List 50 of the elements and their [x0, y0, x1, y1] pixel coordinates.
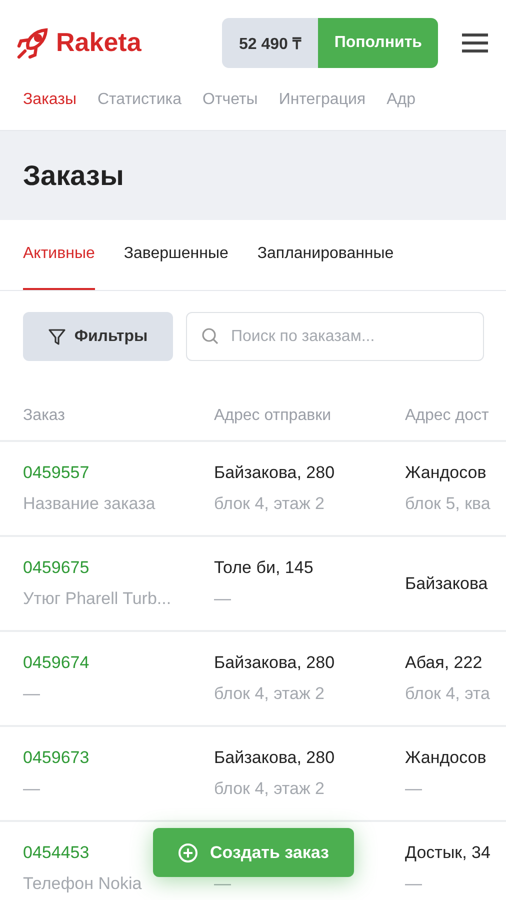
- nav-link[interactable]: Интеграция: [278, 85, 366, 109]
- order-name: Утюг Pharell Turb...: [23, 589, 172, 609]
- logo-text: Raketa: [56, 27, 142, 58]
- nav-link[interactable]: Отчеты: [202, 85, 258, 109]
- address-detail: блок 4, эта: [405, 684, 490, 704]
- rocket-icon: [16, 26, 50, 60]
- order-number[interactable]: 0459675: [23, 558, 90, 578]
- order-name: Название заказа: [23, 494, 156, 514]
- address-text: Абая, 222: [405, 653, 482, 673]
- balance-amount: 52 490 ₸: [222, 18, 318, 68]
- address-detail: —: [214, 874, 231, 894]
- create-order-button[interactable]: Создать заказ: [153, 828, 354, 877]
- column-header: Адрес дост: [405, 406, 490, 424]
- tab[interactable]: Завершенные: [124, 220, 228, 290]
- nav-link[interactable]: Статистика: [97, 85, 182, 109]
- search-field[interactable]: Поиск по заказам...: [186, 312, 484, 361]
- tab[interactable]: Запланированные: [257, 220, 394, 290]
- nav-link[interactable]: Заказы: [23, 85, 76, 109]
- address-text: Байзакова, 280: [214, 748, 335, 768]
- tab[interactable]: Активные: [23, 220, 95, 290]
- address-text: Достык, 34: [405, 843, 490, 863]
- order-name: Телефон Nokia: [23, 874, 142, 894]
- address-detail: —: [214, 589, 231, 609]
- address-text: Жандосов: [405, 748, 486, 768]
- column-header: Заказ: [23, 406, 66, 424]
- filter-icon: [48, 328, 66, 346]
- top-up-button[interactable]: Пополнить: [318, 18, 438, 68]
- address-text: Жандосов: [405, 463, 486, 483]
- address-detail: блок 4, этаж 2: [214, 779, 324, 799]
- page-title: Заказы: [23, 160, 124, 192]
- address-detail: блок 4, этаж 2: [214, 684, 324, 704]
- address-text: Толе би, 145: [214, 558, 314, 578]
- filters-button[interactable]: Фильтры: [23, 312, 173, 361]
- address-detail: —: [405, 779, 422, 799]
- order-name: —: [23, 779, 40, 799]
- nav-link[interactable]: Адр: [386, 85, 416, 109]
- order-number[interactable]: 0459557: [23, 463, 90, 483]
- address-text: Байзакова: [405, 574, 488, 594]
- address-text: Байзакова, 280: [214, 463, 335, 483]
- order-number[interactable]: 0454453: [23, 843, 90, 863]
- address-text: Байзакова, 280: [214, 653, 335, 673]
- order-name: —: [23, 684, 40, 704]
- address-detail: блок 4, этаж 2: [214, 494, 324, 514]
- order-number[interactable]: 0459674: [23, 653, 90, 673]
- address-detail: блок 5, ква: [405, 494, 490, 514]
- order-number[interactable]: 0459673: [23, 748, 90, 768]
- menu-icon[interactable]: [462, 32, 488, 52]
- address-detail: —: [405, 874, 422, 894]
- column-header: Адрес отправки: [214, 406, 332, 424]
- plus-circle-icon: [178, 842, 198, 862]
